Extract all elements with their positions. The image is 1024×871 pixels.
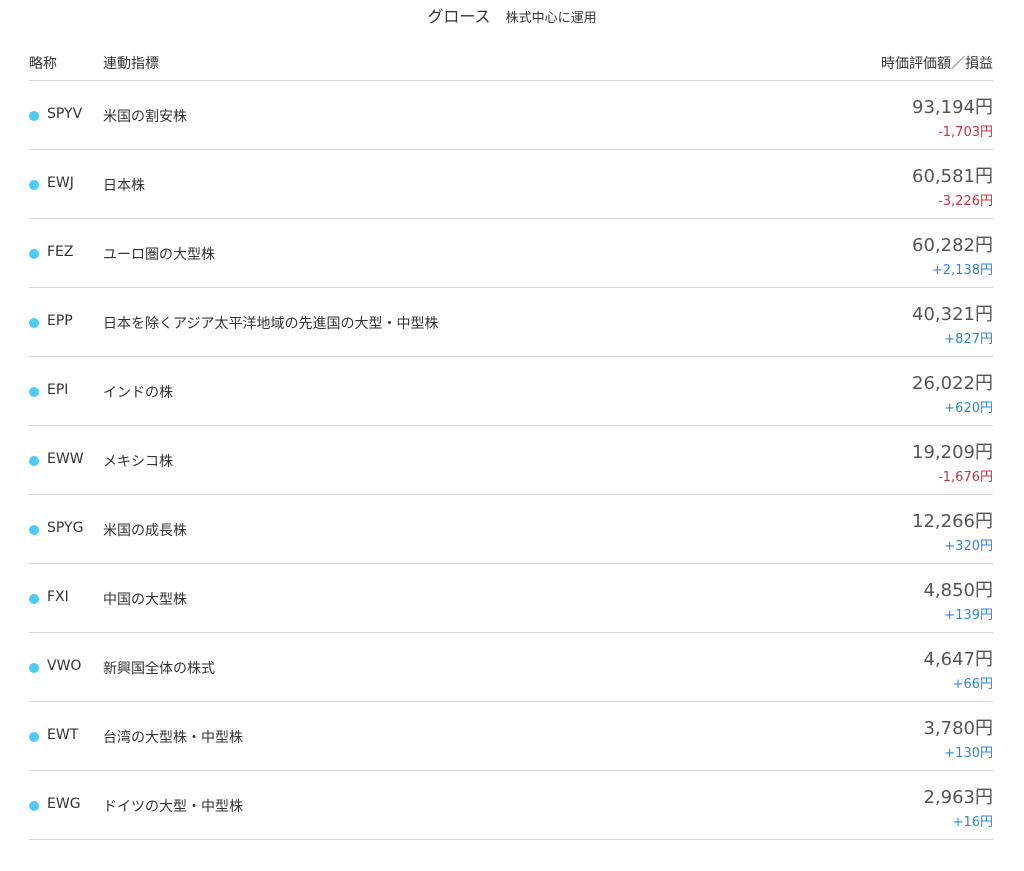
bullet-dot-icon — [29, 663, 39, 673]
row-market-value: 4,850円 — [923, 580, 993, 601]
row-profit-loss: -3,226円 — [938, 194, 993, 209]
row-ticker: FXI — [47, 589, 69, 605]
row-market-value: 12,266円 — [912, 511, 993, 532]
row-index-name: ユーロ圏の大型株 — [103, 247, 215, 263]
bullet-dot-icon — [29, 318, 39, 328]
row-index-name: 米国の割安株 — [103, 109, 187, 125]
row-index-name: 台湾の大型株・中型株 — [103, 730, 243, 746]
table-row: SPYV 米国の割安株 93,194円 -1,703円 — [29, 81, 993, 150]
row-ticker: EWT — [47, 727, 79, 743]
row-market-value: 19,209円 — [912, 442, 993, 463]
table-row: VWO 新興国全体の株式 4,647円 +66円 — [29, 633, 993, 702]
page-title: グロース 株式中心に運用 — [0, 0, 1024, 34]
row-market-value: 26,022円 — [912, 373, 993, 394]
table-row: EWW メキシコ株 19,209円 -1,676円 — [29, 426, 993, 495]
row-index-name: メキシコ株 — [103, 454, 173, 470]
row-index-name: 中国の大型株 — [103, 592, 187, 608]
column-header-abbr: 略称 — [29, 56, 57, 72]
row-ticker: EWJ — [47, 175, 74, 191]
row-index-name: インドの株 — [103, 385, 173, 401]
row-market-value: 60,282円 — [912, 235, 993, 256]
bullet-dot-icon — [29, 525, 39, 535]
table-row: EWJ 日本株 60,581円 -3,226円 — [29, 150, 993, 219]
row-ticker: VWO — [47, 658, 82, 674]
bullet-dot-icon — [29, 180, 39, 190]
bullet-dot-icon — [29, 111, 39, 121]
table-row: SPYG 米国の成長株 12,266円 +320円 — [29, 495, 993, 564]
row-ticker: SPYV — [47, 106, 83, 122]
row-profit-loss: +139円 — [944, 608, 993, 623]
table-row: EPP 日本を除くアジア太平洋地域の先進国の大型・中型株 40,321円 +827円 — [29, 288, 993, 357]
row-index-name: 日本株 — [103, 178, 145, 194]
row-market-value: 3,780円 — [923, 718, 993, 739]
row-profit-loss: +620円 — [944, 401, 993, 416]
row-profit-loss: +16円 — [952, 815, 993, 830]
table-row: EPI インドの株 26,022円 +620円 — [29, 357, 993, 426]
table-row: FXI 中国の大型株 4,850円 +139円 — [29, 564, 993, 633]
row-profit-loss: +827円 — [944, 332, 993, 347]
bullet-dot-icon — [29, 594, 39, 604]
bullet-dot-icon — [29, 801, 39, 811]
row-index-name: 米国の成長株 — [103, 523, 187, 539]
row-market-value: 4,647円 — [923, 649, 993, 670]
table-row: EWG ドイツの大型・中型株 2,963円 +16円 — [29, 771, 993, 840]
table-body: SPYV 米国の割安株 93,194円 -1,703円 EWJ 日本株 60,581円 -3,… — [29, 81, 993, 840]
row-profit-loss: +320円 — [944, 539, 993, 554]
row-ticker: EPI — [47, 382, 69, 398]
row-profit-loss: +66円 — [952, 677, 993, 692]
table-row: EWT 台湾の大型株・中型株 3,780円 +130円 — [29, 702, 993, 771]
table-row: FEZ ユーロ圏の大型株 60,282円 +2,138円 — [29, 219, 993, 288]
row-market-value: 93,194円 — [912, 97, 993, 118]
row-ticker: EWG — [47, 796, 81, 812]
row-market-value: 40,321円 — [912, 304, 993, 325]
row-market-value: 2,963円 — [923, 787, 993, 808]
row-profit-loss: +2,138円 — [931, 263, 993, 278]
table-header: 略称 連動指標 時価評価額／損益 — [29, 44, 993, 81]
row-index-name: 新興国全体の株式 — [103, 661, 215, 677]
portfolio-subtitle: 株式中心に運用 — [505, 11, 597, 26]
bullet-dot-icon — [29, 732, 39, 742]
row-profit-loss: -1,703円 — [938, 125, 993, 140]
column-header-value: 時価評価額／損益 — [881, 56, 993, 72]
row-profit-loss: -1,676円 — [938, 470, 993, 485]
row-ticker: FEZ — [47, 244, 74, 260]
bullet-dot-icon — [29, 249, 39, 259]
row-market-value: 60,581円 — [912, 166, 993, 187]
row-index-name: ドイツの大型・中型株 — [103, 799, 243, 815]
row-ticker: SPYG — [47, 520, 84, 536]
bullet-dot-icon — [29, 387, 39, 397]
row-ticker: EWW — [47, 451, 84, 467]
bullet-dot-icon — [29, 456, 39, 466]
holdings-table: 略称 連動指標 時価評価額／損益 SPYV 米国の割安株 93,194円 -1,703… — [29, 44, 993, 840]
row-profit-loss: +130円 — [944, 746, 993, 761]
portfolio-title: グロース — [427, 7, 491, 26]
row-index-name: 日本を除くアジア太平洋地域の先進国の大型・中型株 — [103, 316, 439, 332]
row-ticker: EPP — [47, 313, 73, 329]
column-header-index: 連動指標 — [103, 56, 159, 72]
